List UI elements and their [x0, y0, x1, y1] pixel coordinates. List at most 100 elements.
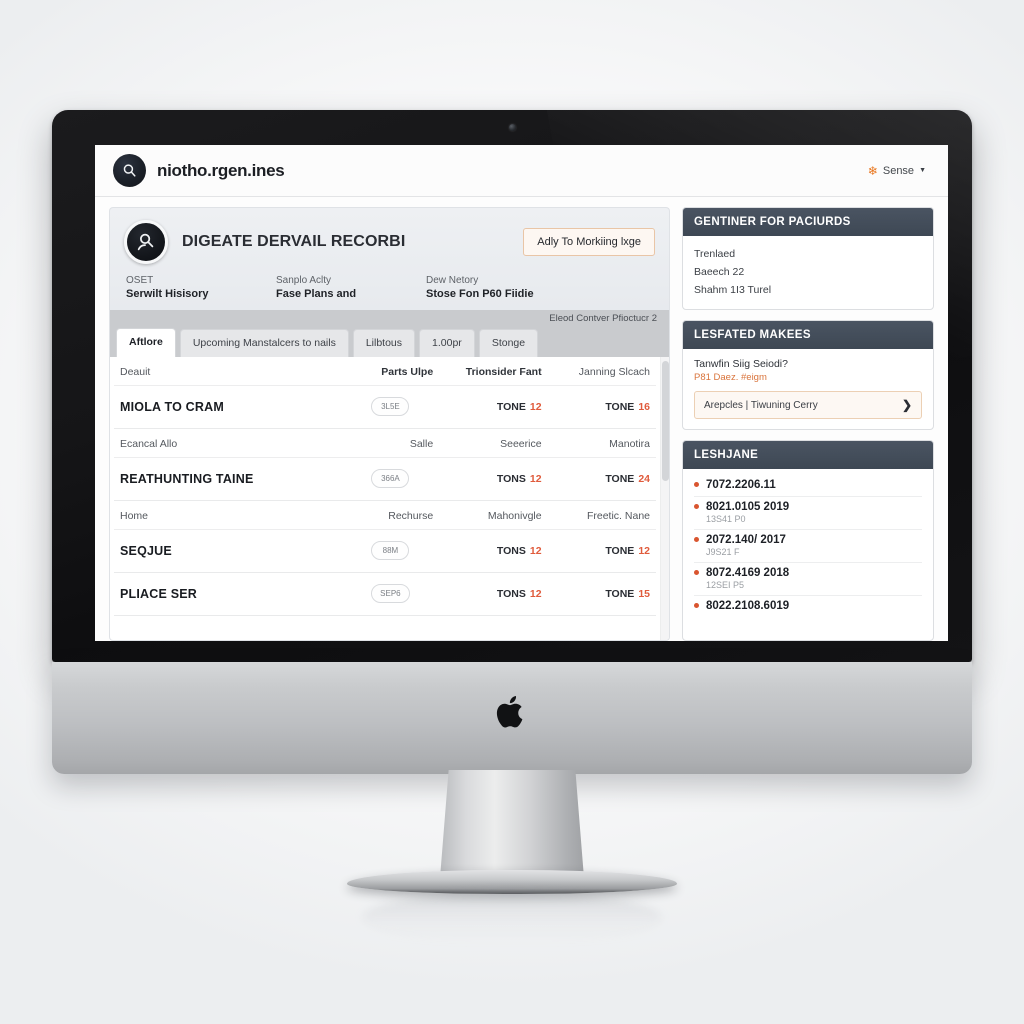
list-item-title: 8022.2108.6019	[694, 600, 922, 612]
list-item[interactable]: 8021.0105 2019 13S41 P0	[694, 497, 922, 531]
row-tone-1: TONS 12	[496, 587, 542, 600]
tab-stonge[interactable]: Stonge	[478, 329, 539, 357]
row-name: PLIACE SER	[114, 572, 342, 616]
col-label: Deauit	[114, 357, 342, 386]
row-tone-2: TONE 16	[605, 400, 650, 413]
tab-bar-note: Eleod Contver Pfioctucr 2	[549, 313, 657, 324]
bullet-icon	[694, 537, 699, 543]
table-subheader-row: Ecancal Allo Salle Seeerice Manotira	[114, 428, 656, 458]
info-line: Trenlaed	[694, 248, 736, 260]
info-line: Baeech 22	[694, 266, 745, 279]
row-tone-2: TONE 24	[605, 472, 650, 485]
list-item-title: 2072.140/ 2017	[694, 534, 922, 546]
col-label: Freetic. Nane	[547, 500, 656, 530]
webcam-icon	[508, 124, 516, 131]
tab-aftlore[interactable]: Aftlore	[116, 328, 176, 357]
info-line: Shahm 1I3 Turel	[694, 284, 772, 297]
row-tone-1: TONS 12	[496, 544, 542, 557]
table-row[interactable]: PLIACE SER SEP6 TONS 12 TONE 15	[114, 572, 656, 616]
row-pill: 88M	[371, 541, 410, 560]
col-label: Parts Ulpe	[341, 357, 440, 386]
table-row[interactable]: REATHUNTING TAINE 366A TONS 12 TONE 24	[114, 457, 656, 501]
meta-item: Dew Netory Stose Fon P60 Fiidie	[426, 275, 616, 300]
card-gentiner-for-paciurds: GENTINER FOR PACIURDS Trenlaed Baeech 22…	[682, 207, 934, 311]
list-item[interactable]: 7072.2206.11	[694, 475, 922, 498]
table-scrollbar[interactable]	[660, 357, 669, 640]
card-body: Trenlaed Baeech 22 Shahm 1I3 Turel	[683, 236, 933, 309]
row-tone-1: TONE 12	[496, 400, 542, 413]
row-name: SEQJUE	[114, 529, 342, 573]
screen: niotho.rgen.ines ❄ Sense ▼ DIGEATE DERVA…	[95, 145, 948, 641]
meta-value: Stose Fon P60 Fiidie	[426, 288, 534, 300]
col-label: Manotira	[547, 428, 656, 458]
tab-price[interactable]: 1.00pr	[419, 329, 475, 357]
meta-value: Serwilt Hisisory	[126, 288, 209, 300]
brand[interactable]: niotho.rgen.ines	[113, 154, 285, 187]
bullet-icon	[694, 603, 699, 609]
meta-value: Fase Plans and	[276, 288, 357, 300]
display-bezel: niotho.rgen.ines ❄ Sense ▼ DIGEATE DERVA…	[52, 110, 972, 662]
card-body: 7072.2206.11 8021.0105 2019 13S41 P0 207…	[683, 469, 933, 640]
content-area: DIGEATE DERVAIL RECORBI Adly To Morkiing…	[95, 197, 948, 641]
scene-background: niotho.rgen.ines ❄ Sense ▼ DIGEATE DERVA…	[0, 0, 1024, 1024]
monitor-chin	[52, 662, 972, 774]
card-body: Tanwfin Siig Seiodi? P81 Daez. #eigm Are…	[683, 349, 933, 429]
col-label: Rechurse	[341, 500, 440, 530]
col-label: Janning Slcach	[547, 357, 656, 386]
makes-action-label: Arepcles | Tiwuning Cerry	[704, 399, 818, 411]
sidebar: GENTINER FOR PACIURDS Trenlaed Baeech 22…	[682, 207, 934, 641]
record-header-panel: DIGEATE DERVAIL RECORBI Adly To Morkiing…	[109, 207, 670, 310]
list-item[interactable]: 8072.4169 2018 12SEI P5	[694, 563, 922, 597]
tab-bar: Eleod Contver Pfioctucr 2 Aftlore Upcomi…	[109, 310, 670, 357]
row-pill: 366A	[371, 469, 410, 488]
list-item-sub: J9S21 F	[706, 547, 740, 558]
card-title: LESHJANE	[683, 441, 933, 470]
tab-lilbtous[interactable]: Lilbtous	[352, 329, 416, 357]
table-row[interactable]: SEQJUE 88M TONS 12 TONE 12	[114, 529, 656, 573]
chevron-right-icon: ❯	[901, 398, 912, 413]
row-tone-2: TONE 12	[605, 544, 650, 557]
search-person-icon	[124, 220, 168, 264]
list-item[interactable]: 8022.2108.6019	[694, 596, 922, 617]
account-menu[interactable]: ❄ Sense ▼	[868, 165, 926, 177]
makes-answer: P81 Daez. #eigm	[694, 372, 767, 384]
list-item-title: 8072.4169 2018	[694, 567, 922, 579]
col-label: Mahonivgle	[439, 500, 548, 530]
apple-logo-icon	[496, 696, 523, 728]
tab-upcoming[interactable]: Upcoming Manstalcers to nails	[179, 329, 349, 357]
table-subheader-row: Deauit Parts Ulpe Trionsider Fant Jannin…	[114, 357, 656, 386]
main-column: DIGEATE DERVAIL RECORBI Adly To Morkiing…	[109, 207, 670, 641]
meta-key: Dew Netory	[426, 275, 479, 286]
makes-action-button[interactable]: Arepcles | Tiwuning Cerry ❯	[694, 391, 922, 420]
table-scroll-area: Deauit Parts Ulpe Trionsider Fant Jannin…	[110, 357, 660, 640]
col-label: Salle	[341, 428, 440, 458]
col-label: Home	[114, 500, 342, 530]
col-label: Trionsider Fant	[439, 357, 548, 386]
bullet-icon	[694, 482, 699, 488]
record-header-row: DIGEATE DERVAIL RECORBI Adly To Morkiing…	[124, 220, 655, 264]
add-to-working-page-button[interactable]: Adly To Morkiing lxge	[523, 228, 655, 256]
row-tone-1: TONS 12	[496, 472, 542, 485]
table-row[interactable]: MIOLA TO CRAM 3L5E TONE 12 TONE 16	[114, 385, 656, 429]
list-item-sub: 12SEI P5	[706, 580, 745, 591]
list-item[interactable]: 2072.140/ 2017 J9S21 F	[694, 530, 922, 564]
records-table: Deauit Parts Ulpe Trionsider Fant Jannin…	[114, 357, 656, 616]
maple-leaf-icon: ❄	[867, 163, 878, 178]
chevron-down-icon: ▼	[919, 167, 926, 174]
imac-device: niotho.rgen.ines ❄ Sense ▼ DIGEATE DERVA…	[52, 110, 972, 944]
page-title: DIGEATE DERVAIL RECORBI	[182, 233, 406, 250]
top-navigation-bar: niotho.rgen.ines ❄ Sense ▼	[95, 145, 948, 197]
row-name: MIOLA TO CRAM	[114, 385, 342, 429]
monitor-neck	[440, 770, 584, 878]
card-lesfated-makees: LESFATED MAKEES Tanwfin Siig Seiodi? P81…	[682, 320, 934, 431]
list-item-title: 8021.0105 2019	[694, 501, 922, 513]
bullet-icon	[694, 570, 699, 576]
row-pill: 3L5E	[371, 397, 410, 416]
row-pill: SEP6	[371, 584, 410, 603]
search-badge-icon	[113, 154, 146, 187]
col-label: Seeerice	[439, 428, 548, 458]
brand-name: niotho.rgen.ines	[157, 160, 285, 180]
account-label: Sense	[882, 164, 915, 177]
col-label: Ecancal Allo	[114, 428, 342, 458]
scrollbar-thumb[interactable]	[662, 361, 669, 481]
